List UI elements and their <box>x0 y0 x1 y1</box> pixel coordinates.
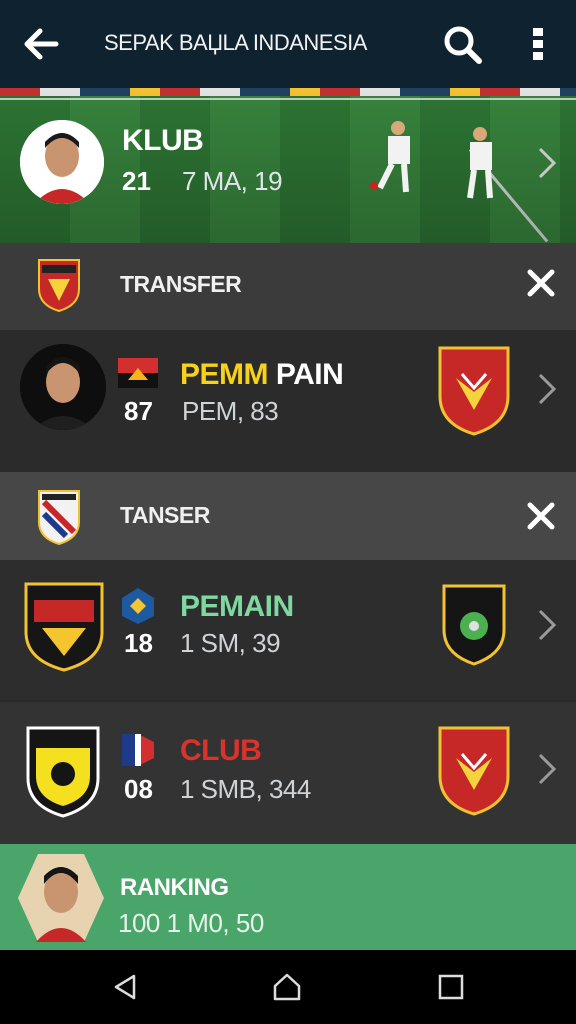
recents-nav-icon[interactable] <box>436 972 466 1002</box>
search-icon[interactable] <box>442 24 482 64</box>
ranking-item[interactable]: RANKING 100 1 M0, 50 <box>0 844 576 950</box>
home-nav-icon[interactable] <box>272 972 302 1002</box>
item-title: PEMAIN <box>180 590 294 623</box>
item-title: RANKING <box>120 874 229 901</box>
flag-icon <box>118 358 158 388</box>
section-title: TANSER <box>120 502 210 528</box>
hero-club-card[interactable]: KLUB 21 7 MA, 19 <box>0 88 576 243</box>
item-subtitle: PEM, 83 <box>182 396 279 426</box>
list-item[interactable]: PEMAIN 18 1 SM, 39 <box>0 560 576 700</box>
player-avatar <box>20 120 104 204</box>
close-icon[interactable] <box>526 501 556 531</box>
hero-title: KLUB <box>122 124 204 157</box>
item-number: 87 <box>124 396 153 426</box>
section-header-transfer: TRANSFER <box>0 243 576 331</box>
player-avatar <box>20 344 106 430</box>
player-avatar <box>18 854 104 942</box>
back-nav-icon[interactable] <box>110 972 140 1002</box>
item-number: 18 <box>124 628 153 658</box>
list-item[interactable]: PEMM PAIN 87 PEM, 83 <box>0 330 576 472</box>
item-title-highlight: PEMM <box>180 358 269 391</box>
app-title: SEPAK BAЏLA INDANESIA <box>104 30 367 55</box>
section-title: TRANSFER <box>120 271 242 297</box>
hero-subtitle: 7 MA, 19 <box>182 166 283 196</box>
arrow-back-icon[interactable] <box>20 24 60 64</box>
chevron-right-icon <box>538 373 557 405</box>
section-header-tanser: TANSER <box>0 472 576 560</box>
hero-number: 21 <box>122 166 151 196</box>
club-badge-icon <box>438 346 510 436</box>
chevron-right-icon <box>538 753 557 785</box>
item-subtitle: 100 1 M0, 50 <box>118 908 264 938</box>
players-illustration <box>370 121 493 199</box>
chevron-right-icon <box>538 609 557 641</box>
system-nav-bar <box>0 950 576 1024</box>
item-number: 08 <box>124 774 153 804</box>
list-item[interactable]: CLUB 08 1 SMB, 344 <box>0 702 576 844</box>
more-vert-icon[interactable] <box>528 26 548 62</box>
item-subtitle: 1 SM, 39 <box>180 628 281 658</box>
item-subtitle: 1 SMB, 344 <box>180 774 311 804</box>
flag-icon <box>122 734 154 766</box>
app-bar: SEPAK BAЏLA INDANESIA <box>0 0 576 88</box>
close-icon[interactable] <box>526 268 556 298</box>
club-crest-icon <box>38 490 80 546</box>
item-title: PEMM PAIN <box>180 358 344 392</box>
item-title: CLUB <box>180 734 262 767</box>
item-title-rest: PAIN <box>268 358 344 391</box>
club-crest-icon <box>38 259 80 313</box>
club-badge-icon <box>438 726 510 816</box>
club-badge-icon <box>24 582 104 672</box>
ranking-badge-icon <box>442 584 506 666</box>
crest-icon <box>122 588 154 624</box>
chevron-right-icon <box>538 147 557 179</box>
club-badge-icon <box>26 726 100 818</box>
